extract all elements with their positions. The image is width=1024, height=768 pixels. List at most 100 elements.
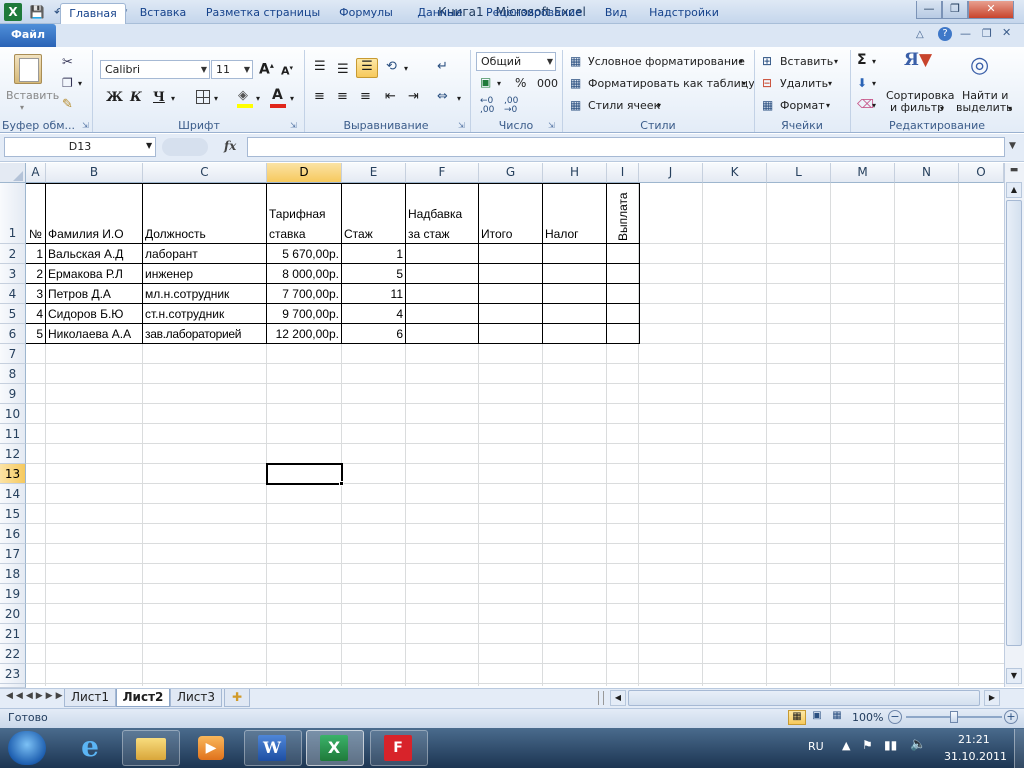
col-header-i[interactable]: I: [607, 163, 639, 183]
sheet-tab-1[interactable]: Лист1: [64, 689, 116, 707]
network-icon[interactable]: ▮▮: [884, 738, 897, 752]
font-launcher-icon[interactable]: ⇲: [290, 121, 297, 130]
formula-input[interactable]: [247, 137, 1005, 157]
thousands-button[interactable]: 000: [537, 77, 558, 90]
tab-view[interactable]: Вид: [596, 3, 636, 24]
merge-cells-icon[interactable]: ⇔: [437, 89, 448, 104]
cell-f1-line1[interactable]: Надбавка: [406, 207, 478, 221]
minimize-button[interactable]: —: [916, 1, 942, 19]
tab-home[interactable]: Главная: [60, 3, 126, 24]
col-header-g[interactable]: G: [479, 163, 543, 183]
cell-d5[interactable]: 9 700,00р.: [267, 307, 341, 321]
cell-c6[interactable]: зав.лабораторией: [143, 327, 266, 341]
decrease-indent-icon[interactable]: ⇤: [385, 89, 396, 104]
name-box-dropdown-icon[interactable]: ▼: [146, 141, 152, 150]
find-select-icon[interactable]: ◎: [970, 55, 989, 77]
cell-c2[interactable]: лаборант: [143, 247, 266, 261]
cell-b4[interactable]: Петров Д.А: [46, 287, 142, 301]
row-header-20[interactable]: 20: [0, 604, 26, 624]
cell-c5[interactable]: ст.н.сотрудник: [143, 307, 266, 321]
cell-a2[interactable]: 1: [27, 247, 45, 261]
cell-b5[interactable]: Сидоров Б.Ю: [46, 307, 142, 321]
delete-cells-icon[interactable]: ⊟: [762, 76, 772, 90]
cell-f1-line2[interactable]: за стаж: [406, 227, 478, 241]
tab-insert[interactable]: Вставка: [132, 3, 194, 24]
font-color-icon[interactable]: A: [272, 87, 283, 103]
cell-e4[interactable]: 11: [342, 287, 405, 301]
paste-dropdown-icon[interactable]: ▾: [20, 103, 24, 112]
normal-view-icon[interactable]: ▦: [788, 710, 806, 725]
col-header-h[interactable]: H: [543, 163, 607, 183]
cell-e3[interactable]: 5: [342, 267, 405, 281]
cut-icon[interactable]: ✂: [62, 55, 73, 70]
zoom-in-button[interactable]: +: [1004, 710, 1018, 724]
tab-data[interactable]: Данные: [408, 3, 472, 24]
formula-splitter[interactable]: [162, 138, 208, 156]
align-right-icon[interactable]: ≡: [360, 89, 371, 104]
row-header-1[interactable]: 1: [0, 183, 26, 244]
sort-dropdown-icon[interactable]: ▾: [940, 104, 944, 113]
row-header-9[interactable]: 9: [0, 384, 26, 404]
format-cells-icon[interactable]: ▦: [762, 98, 773, 112]
orientation-dropdown-icon[interactable]: ▾: [404, 64, 408, 73]
doc-minimize-icon[interactable]: —: [960, 27, 971, 40]
show-desktop-button[interactable]: [1014, 729, 1024, 768]
merge-dropdown-icon[interactable]: ▾: [457, 94, 461, 103]
cell-h1[interactable]: Налог: [543, 227, 606, 241]
align-bottom-icon[interactable]: ☰: [356, 58, 378, 78]
currency-icon[interactable]: ▣: [480, 75, 491, 89]
row-header-2[interactable]: 2: [0, 244, 26, 264]
increase-font-icon[interactable]: A▴: [259, 61, 274, 78]
cell-b3[interactable]: Ермакова Р.Л: [46, 267, 142, 281]
row-header-4[interactable]: 4: [0, 284, 26, 304]
scroll-left-button[interactable]: ◀: [610, 690, 626, 706]
cell-b1[interactable]: Фамилия И.О: [46, 227, 142, 241]
row-header-19[interactable]: 19: [0, 584, 26, 604]
copy-dropdown-icon[interactable]: ▾: [78, 79, 82, 88]
row-header-16[interactable]: 16: [0, 524, 26, 544]
doc-restore-icon[interactable]: ❐: [982, 27, 992, 40]
expand-formula-icon[interactable]: ▼: [1009, 141, 1016, 151]
split-handle-icon[interactable]: ▬: [1006, 165, 1022, 179]
sort-filter-icon[interactable]: Я▼: [904, 52, 932, 69]
col-header-d[interactable]: D: [267, 163, 342, 183]
cell-b2[interactable]: Вальская А.Д: [46, 247, 142, 261]
cell-e6[interactable]: 6: [342, 327, 405, 341]
row-header-11[interactable]: 11: [0, 424, 26, 444]
col-header-f[interactable]: F: [406, 163, 479, 183]
decrease-decimal-icon[interactable]: ,00 →0: [504, 97, 518, 115]
alignment-launcher-icon[interactable]: ⇲: [458, 121, 465, 130]
sheet-tab-3[interactable]: Лист3: [170, 689, 222, 707]
page-break-view-icon[interactable]: ▦: [828, 710, 846, 725]
format-table-icon[interactable]: ▦: [570, 76, 581, 90]
row-header-3[interactable]: 3: [0, 264, 26, 284]
restore-button[interactable]: ❐: [942, 1, 968, 19]
underline-button[interactable]: Ч: [153, 90, 165, 105]
cell-c4[interactable]: мл.н.сотрудник: [143, 287, 266, 301]
name-box[interactable]: D13: [4, 137, 156, 157]
row-header-21[interactable]: 21: [0, 624, 26, 644]
col-header-b[interactable]: B: [46, 163, 143, 183]
fill-dropdown-icon[interactable]: ▾: [872, 79, 876, 88]
row-header-5[interactable]: 5: [0, 304, 26, 324]
align-top-icon[interactable]: ☰: [314, 59, 326, 74]
cell-styles-button[interactable]: Стили ячеек: [588, 99, 660, 112]
col-header-c[interactable]: C: [143, 163, 267, 183]
row-header-8[interactable]: 8: [0, 364, 26, 384]
ribbon-collapse-icon[interactable]: △: [916, 29, 924, 40]
insert-cells-icon[interactable]: ⊞: [762, 54, 772, 68]
row-header-10[interactable]: 10: [0, 404, 26, 424]
volume-icon[interactable]: 🔈: [910, 737, 926, 752]
percent-button[interactable]: %: [515, 76, 526, 90]
horizontal-scroll-thumb[interactable]: [628, 690, 980, 706]
format-table-dropdown-icon[interactable]: ▾: [742, 79, 746, 88]
row-header-13[interactable]: 13: [0, 464, 26, 484]
language-indicator[interactable]: RU: [808, 740, 824, 753]
close-button[interactable]: ✕: [968, 1, 1014, 19]
currency-dropdown-icon[interactable]: ▾: [497, 79, 501, 88]
find-select-label-2[interactable]: выделить: [956, 101, 1013, 114]
cell-e2[interactable]: 1: [342, 247, 405, 261]
number-launcher-icon[interactable]: ⇲: [548, 121, 555, 130]
row-header-22[interactable]: 22: [0, 644, 26, 664]
increase-decimal-icon[interactable]: ←0,00: [480, 97, 494, 115]
